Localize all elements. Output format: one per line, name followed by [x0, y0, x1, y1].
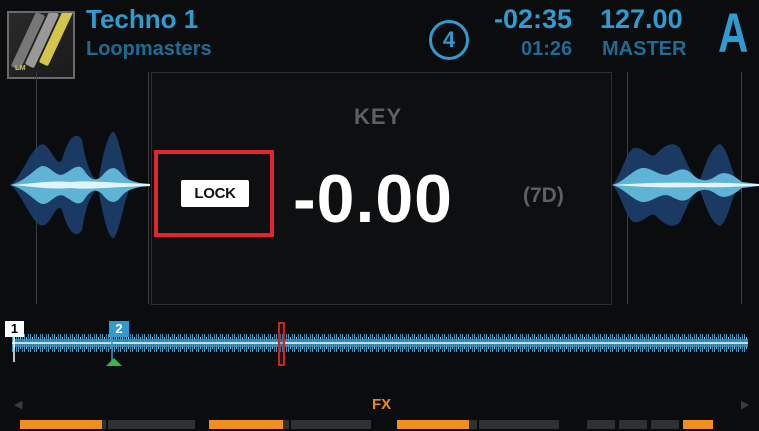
fx-slot: [108, 420, 195, 429]
triangle-left-icon[interactable]: ◀: [14, 398, 22, 411]
track-title: Techno 1: [86, 4, 199, 34]
deck-number-badge: 4: [429, 20, 469, 60]
key-value: -0.00: [293, 161, 453, 237]
cue-point-1[interactable]: 1: [5, 321, 24, 337]
time-elapsed: 01:26: [521, 38, 573, 60]
fx-slot: [683, 420, 713, 429]
key-code: (7D): [523, 184, 564, 207]
deck-letter: A: [718, 1, 749, 64]
bpm-display: 127.00: [600, 4, 683, 34]
fx-slot-fill: [209, 420, 283, 429]
fx-slot-fill: [683, 420, 713, 429]
fx-slot-fill: [397, 420, 469, 429]
fx-slot: [479, 420, 559, 429]
deck-screen: LM Techno 1 Loopmasters 4 -02:35 01:26 1…: [0, 0, 759, 431]
fx-slot: [20, 420, 106, 429]
fx-slot: [651, 420, 679, 429]
fx-slot: [397, 420, 477, 429]
fx-section-label: FX: [372, 396, 392, 413]
waveform-right: [612, 144, 759, 226]
cover-art: LM: [7, 11, 75, 79]
triangle-right-icon[interactable]: ▶: [741, 398, 749, 411]
tempo-master-label: MASTER: [602, 38, 687, 60]
cover-logo-text: LM: [15, 65, 27, 72]
playhead-marker[interactable]: [278, 322, 285, 366]
fx-slot: [291, 420, 371, 429]
waveform-left: [10, 131, 150, 239]
key-lock-button[interactable]: LOCK: [181, 180, 249, 207]
fx-slot-fill: [20, 420, 102, 429]
fx-slot: [619, 420, 647, 429]
cue-point-2[interactable]: 2: [109, 321, 129, 337]
track-artist: Loopmasters: [86, 38, 212, 60]
fx-slot: [209, 420, 289, 429]
time-remaining: -02:35: [494, 4, 573, 34]
fx-slot: [587, 420, 615, 429]
key-heading: KEY: [354, 104, 403, 129]
